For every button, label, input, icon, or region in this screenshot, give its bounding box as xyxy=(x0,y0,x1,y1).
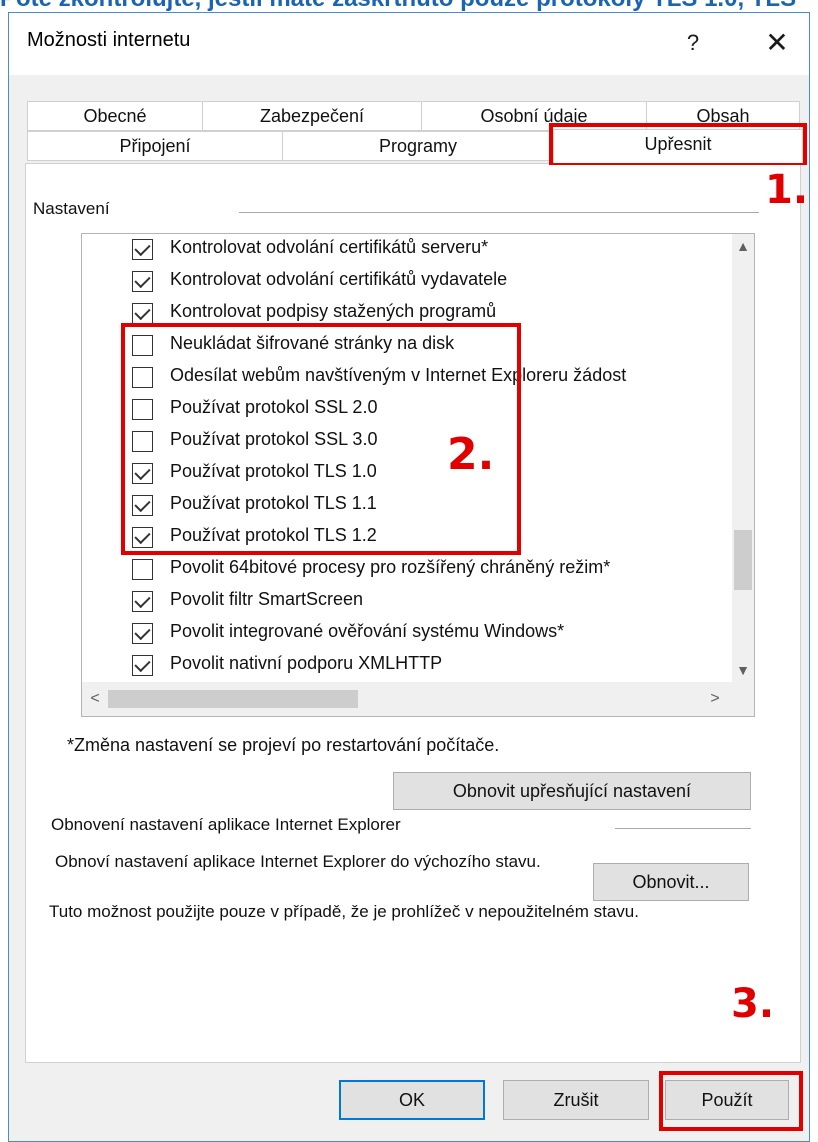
settings-item-label: Odesílat webům navštíveným v Internet Ex… xyxy=(170,365,627,385)
settings-list-item[interactable]: Povolit 64bitové procesy pro rozšířený c… xyxy=(82,554,732,586)
window-title: Možnosti internetu xyxy=(27,29,191,51)
vertical-scroll-thumb[interactable] xyxy=(734,530,752,590)
checkbox-checked[interactable] xyxy=(132,239,153,260)
settings-list-item[interactable]: Kontrolovat odvolání certifikátů serveru… xyxy=(82,234,732,266)
scroll-left-icon[interactable]: < xyxy=(82,682,108,716)
settings-list-viewport: Kontrolovat odvolání certifikátů serveru… xyxy=(82,234,732,682)
settings-list-item[interactable]: Kontrolovat podpisy stažených programů xyxy=(82,298,732,330)
annotation-step-3: 3. xyxy=(731,981,775,1027)
checkbox-unchecked[interactable] xyxy=(132,559,153,580)
restore-advanced-settings-button[interactable]: Obnovit upřesňující nastavení xyxy=(393,772,751,810)
horizontal-scrollbar[interactable]: < > xyxy=(82,682,732,716)
settings-item-label: Používat protokol SSL 3.0 xyxy=(170,429,378,449)
close-icon: ✕ xyxy=(765,27,789,58)
settings-list-item[interactable]: Neukládat šifrované stránky na disk xyxy=(82,330,732,362)
reset-warning: Tuto možnost použijte pouze v případě, ž… xyxy=(49,902,639,921)
ok-button[interactable]: OK xyxy=(339,1080,485,1120)
checkbox-unchecked[interactable] xyxy=(132,399,153,420)
checkbox-checked[interactable] xyxy=(132,495,153,516)
settings-item-label: Povolit filtr SmartScreen xyxy=(170,589,364,609)
settings-item-label: Povolit 64bitové procesy pro rozšířený c… xyxy=(170,557,611,577)
dialog-client-area: Obecné Zabezpečení Osobní údaje Obsah Př… xyxy=(9,75,809,1141)
settings-item-label: Používat protokol SSL 2.0 xyxy=(170,397,378,417)
settings-item-label: Kontrolovat odvolání certifikátů serveru… xyxy=(170,237,489,257)
help-button[interactable]: ? xyxy=(673,23,713,63)
tab-general[interactable]: Obecné xyxy=(27,101,203,131)
settings-list: Kontrolovat odvolání certifikátů serveru… xyxy=(81,233,755,717)
tab-programs[interactable]: Programy xyxy=(282,131,554,161)
checkbox-checked[interactable] xyxy=(132,271,153,292)
reset-section-label: Obnovení nastavení aplikace Internet Exp… xyxy=(51,815,401,834)
scroll-down-icon[interactable]: ▼ xyxy=(732,658,754,682)
checkbox-checked[interactable] xyxy=(132,623,153,644)
checkbox-checked[interactable] xyxy=(132,527,153,548)
settings-list-item[interactable]: Používat protokol TLS 1.0 xyxy=(82,458,732,490)
reset-description: Obnoví nastavení aplikace Internet Explo… xyxy=(55,852,541,871)
tab-security[interactable]: Zabezpečení xyxy=(202,101,422,131)
settings-item-label: Používat protokol TLS 1.0 xyxy=(170,461,377,481)
tab-connections[interactable]: Připojení xyxy=(27,131,283,161)
settings-item-label: Používat protokol TLS 1.1 xyxy=(170,493,377,513)
reset-section-divider xyxy=(615,828,751,829)
settings-list-item[interactable]: Používat protokol SSL 2.0 xyxy=(82,394,732,426)
settings-list-item[interactable]: Používat protokol TLS 1.1 xyxy=(82,490,732,522)
annotation-step-2: 2. xyxy=(447,429,495,480)
checkbox-checked[interactable] xyxy=(132,655,153,676)
settings-list-item[interactable]: Kontrolovat odvolání certifikátů vydavat… xyxy=(82,266,732,298)
settings-list-item[interactable]: Používat protokol TLS 1.2 xyxy=(82,522,732,554)
instruction-caption: Poté zkontrolujte, jestli máte zaškrtnut… xyxy=(0,0,818,12)
tab-content[interactable]: Obsah xyxy=(646,101,800,131)
scroll-up-icon[interactable]: ▲ xyxy=(732,234,754,258)
restart-note: *Změna nastavení se projeví po restartov… xyxy=(67,735,500,755)
settings-list-item[interactable]: Odesílat webům navštíveným v Internet Ex… xyxy=(82,362,732,394)
settings-list-item[interactable]: Používat protokol SSL 3.0 xyxy=(82,426,732,458)
checkbox-unchecked[interactable] xyxy=(132,431,153,452)
settings-group-label: Nastavení xyxy=(33,199,110,218)
tab-advanced[interactable]: Upřesnit xyxy=(553,129,803,163)
checkbox-unchecked[interactable] xyxy=(132,335,153,356)
title-bar: Možnosti internetu ? ✕ xyxy=(9,13,809,75)
scroll-corner xyxy=(732,682,754,716)
scroll-right-icon[interactable]: > xyxy=(702,682,728,716)
settings-item-label: Kontrolovat odvolání certifikátů vydavat… xyxy=(170,269,508,289)
annotation-step-1: 1. xyxy=(765,167,809,213)
vertical-scrollbar[interactable]: ▲ ▼ xyxy=(732,234,754,682)
settings-list-item[interactable]: Povolit integrované ověřování systému Wi… xyxy=(82,618,732,650)
internet-options-dialog: Možnosti internetu ? ✕ Obecné Zabezpečen… xyxy=(8,12,810,1142)
settings-item-label: Neukládat šifrované stránky na disk xyxy=(170,333,455,353)
reset-button[interactable]: Obnovit... xyxy=(593,863,749,901)
settings-item-label: Používat protokol TLS 1.2 xyxy=(170,525,377,545)
apply-button[interactable]: Použít xyxy=(665,1080,789,1120)
settings-list-item[interactable]: Povolit nativní podporu XMLHTTP xyxy=(82,650,732,682)
settings-item-label: Kontrolovat podpisy stažených programů xyxy=(170,301,497,321)
checkbox-checked[interactable] xyxy=(132,463,153,484)
close-button[interactable]: ✕ xyxy=(755,23,799,63)
settings-list-item[interactable]: Povolit filtr SmartScreen xyxy=(82,586,732,618)
group-divider xyxy=(239,212,759,213)
settings-item-label: Povolit integrované ověřování systému Wi… xyxy=(170,621,565,641)
cancel-button[interactable]: Zrušit xyxy=(503,1080,649,1120)
horizontal-scroll-thumb[interactable] xyxy=(108,690,358,708)
checkbox-checked[interactable] xyxy=(132,591,153,612)
checkbox-checked[interactable] xyxy=(132,303,153,324)
tab-privacy[interactable]: Osobní údaje xyxy=(421,101,647,131)
settings-item-label: Povolit nativní podporu XMLHTTP xyxy=(170,653,443,673)
dialog-footer: OK Zrušit Použít xyxy=(9,1063,809,1141)
checkbox-unchecked[interactable] xyxy=(132,367,153,388)
